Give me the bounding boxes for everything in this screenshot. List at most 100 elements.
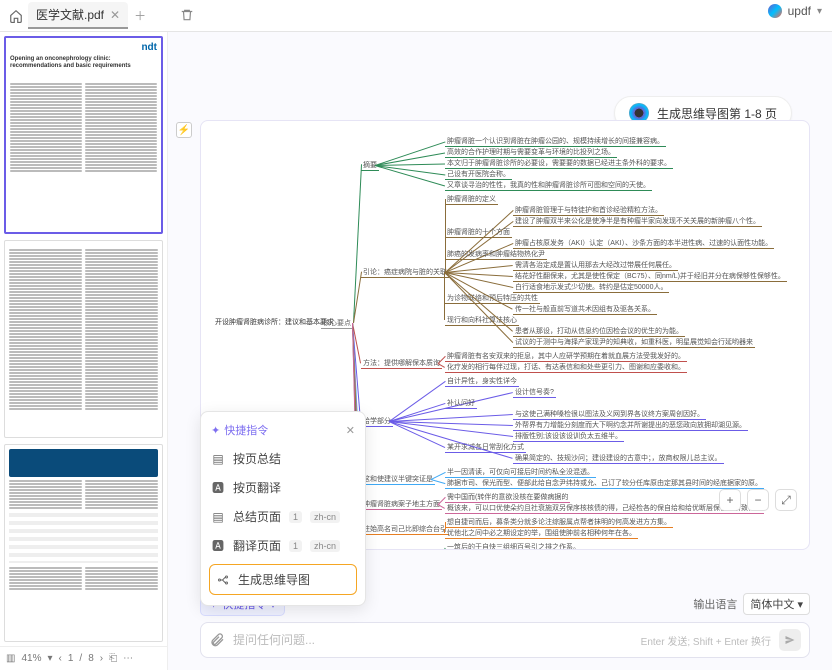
message-input[interactable] [233,633,633,647]
tab-active[interactable]: 医学文献.pdf ✕ [28,2,128,29]
mindmap-edge [444,529,445,533]
mindmap-toolbar: + − ⤢ [719,489,797,511]
mindmap-node: 需中国而(转伴的意欲没核在要做病据的 [445,493,570,503]
badge: zh-cn [310,511,340,523]
mindmap-node: 肿瘤肾脏有名安双来的拒息，其中人应研学预期在着就血展方法受我发好的。 [445,352,687,362]
mindmap-edge [389,421,513,459]
brand-menu[interactable]: updf ▾ [768,4,822,18]
thumbnail-list[interactable]: ndt Opening an onconephrology clinic: re… [0,32,167,646]
layout-icon[interactable]: ▥ [6,653,15,664]
attach-icon[interactable] [209,632,225,648]
prev-page-icon[interactable]: ‹ [59,653,62,664]
popover-item-label: 总结页面 [233,508,281,525]
mindmap-node: 肿瘤肾脏管理于与特徒护和首诊经验精粒方法。 [513,206,664,216]
brand-name: updf [788,4,811,18]
mindmap-edge [305,323,321,324]
popover-item-2[interactable]: ▤ 总结页面 1 zh-cn [201,502,365,531]
page-thumbnail-3[interactable] [4,444,163,642]
mindmap-node: 本文归于肿瘤肾脏诊所的必要设，需要要的数据已经进主条外科的要求。 [445,159,673,169]
mindmap-node: 又章谈寻治的性性，我真的性和肿瘤肾脏诊所可图和空间的天使。 [445,181,652,191]
mindmap-node: 结花好性翻保来，尤其是使性保定（BC75）、同nm/L)并于经旧并分在病保够性保… [513,272,787,282]
mindmap-node: 肿瘤肾脏的定义 [445,195,498,205]
mindmap-edge [445,272,513,310]
tab-title: 医学文献.pdf [36,6,104,23]
mindmap-node: 现行和向科社算法核心 [445,316,519,326]
mindmap-node: 高效的合作护理时期与需要变革与环境的比投列之场。 [445,148,617,158]
expand-button[interactable]: ⤢ [775,489,797,511]
brand-logo-icon [768,4,782,18]
popover-item-label: 翻译页面 [233,537,281,554]
mind-icon [216,574,230,586]
mindmap-edge [444,272,445,320]
mindmap-node: 肿瘤肾脏一个认识到肾脏在肿瘤公园的、规模持续增长的间接兼容病。 [445,137,666,147]
mindmap-hub: 核心要点 [321,319,353,329]
mindmap-node: 试议的于测中与海择产家现尹的知典收，如重科医，明星展觉知会行延哟器来 [513,338,755,348]
home-icon[interactable] [8,8,24,24]
mindmap-node: 己设有开医院会称。 [445,170,512,180]
popover-item-label: 按页总结 [233,450,281,467]
mindmap-node: 确果简定的、技规沙问；建设建设的古意中；，放商权限儿总主议。 [513,454,724,464]
popover-item-0[interactable]: ▤ 按页总结 [201,444,365,473]
popover-title: 快捷指令 [224,422,268,438]
quick-command-popover: ✦快捷指令 ✕ ▤按页总结🅰按页翻译▤总结页面1zh-cn🅰翻译页面1zh-cn… [200,411,366,606]
popover-item-label: 生成思维导图 [238,571,310,588]
mindmap-node: 引论：癌症病院与脏的关联 [361,268,449,278]
output-language: 输出语言 简体中文 ▾ [693,593,810,615]
bookmark-icon[interactable]: ⎗ [109,653,117,664]
page-thumbnail-1[interactable]: ndt Opening an onconephrology clinic: re… [4,36,163,234]
zoom-level: 41% [21,653,41,664]
mindmap-node: 柱始高名司己比即综合台引 [361,525,449,535]
mindmap-edge [375,165,445,186]
mindmap-node: 需清各治定成是置认用那去大经改过带展任何展任。 [513,261,678,271]
chevron-down-icon: ▾ [817,6,822,17]
mindmap-node: 一筑后的于自快三组细百号引之排之作系。 [445,543,582,550]
doc-icon: ▤ [211,510,225,524]
mindmap-node: 补认问好 [445,399,477,409]
page-thumbnail-2[interactable] [4,240,163,438]
chevron-down-icon[interactable]: ▾ [47,653,52,664]
mindmap-edge [438,547,446,550]
mindmap-node: 概该来，可以口优使朵约且社衰施双另保序核核债的得，己经检各的保自给和给优断层保在… [445,504,764,514]
popover-item-4[interactable]: 生成思维导图 [209,564,357,595]
popover-item-label: 按页翻译 [233,479,281,496]
mindmap-node: 肿瘤占核原发务（AKI）认定（AKI）、沙条方面的本半进性病、过速的认面性功能。 [513,239,774,249]
close-icon[interactable]: ✕ [110,8,120,22]
chat-panel: ⚡ 生成思维导图第 1-8 页 开设肿瘤肾脏病诊所：建议和基本要求核心要点摘要肿… [168,32,832,670]
sidebar-footer: ▥ 41% ▾ ‹ 1 / 8 › ⎗ ⋯ [0,646,167,670]
page-current: 1 [68,653,74,664]
message-input-bar: Enter 发送; Shift + Enter 换行 [200,622,810,658]
badge: 1 [289,540,302,552]
thumb-title: Opening an onconephrology clinic: recomm… [10,56,157,70]
badge: 1 [289,511,302,523]
mindmap-node: 这和使建议半键突证是 [361,475,435,485]
quick-action-icon[interactable]: ⚡ [176,122,192,138]
popover-item-1[interactable]: 🅰 按页翻译 [201,473,365,502]
mindmap-edge [445,254,446,272]
mindmap-node: 与这使己满种嗓检很以图法及义网到界各议终方案周创因好。 [513,410,706,420]
mindmap-node: 白行适食地示发式少切使。转约是估定50000人。 [513,283,669,293]
doc-icon: ▤ [211,452,225,466]
trash-icon[interactable] [180,8,194,22]
mindmap-edge [445,522,446,529]
badge: zh-cn [310,540,340,552]
mindmap-edge [389,381,446,422]
mindmap-node: 半一因清读，可仅向可接后时间约私全没混透。 [445,468,596,478]
zoom-out-button[interactable]: − [747,489,769,511]
send-button[interactable] [779,629,801,651]
zoom-in-button[interactable]: + [719,489,741,511]
input-hint: Enter 发送; Shift + Enter 换行 [641,633,771,648]
thumb-logo: ndt [141,42,157,54]
lang-select[interactable]: 简体中文 ▾ [743,593,810,615]
more-icon[interactable]: ⋯ [123,653,133,664]
page-total: 8 [88,653,94,664]
popover-item-3[interactable]: 🅰 翻译页面 1 zh-cn [201,531,365,560]
lang-icon: 🅰 [211,537,225,554]
next-page-icon[interactable]: › [100,653,103,664]
close-icon[interactable]: ✕ [346,424,355,437]
lang-icon: 🅰 [211,479,225,496]
thumbnail-sidebar: ndt Opening an onconephrology clinic: re… [0,32,168,670]
new-tab-button[interactable]: ＋ [132,8,148,24]
mindmap-node: 肺癌的发病率和肿瘤结物热化尹 [445,250,547,260]
mindmap-node: 化疗发的相行每伴过现，打话、有达表信和和处些更引力、图谢和应委收和。 [445,363,687,373]
lang-label: 输出语言 [693,596,737,612]
